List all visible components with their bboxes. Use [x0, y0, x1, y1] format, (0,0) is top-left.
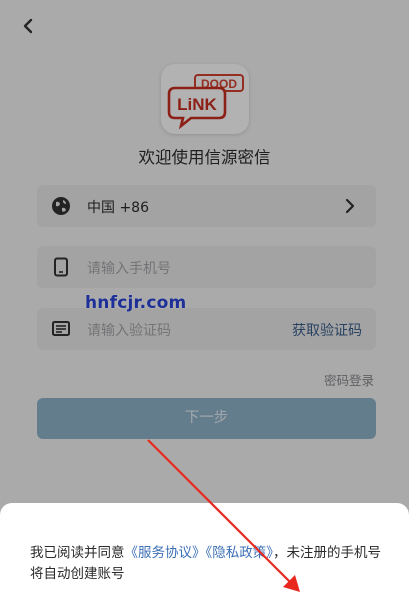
agreement-text: 我已阅读并同意《服务协议》《隐私政策》，未注册的手机号将自动创建账号 — [30, 543, 385, 585]
agreement-sheet: 我已阅读并同意《服务协议》《隐私政策》，未注册的手机号将自动创建账号 — [0, 503, 409, 601]
agreement-prefix: 我已阅读并同意 — [30, 545, 125, 561]
service-agreement-link[interactable]: 《服务协议》 — [125, 545, 206, 561]
privacy-policy-link[interactable]: 《隐私政策》 — [206, 545, 274, 561]
